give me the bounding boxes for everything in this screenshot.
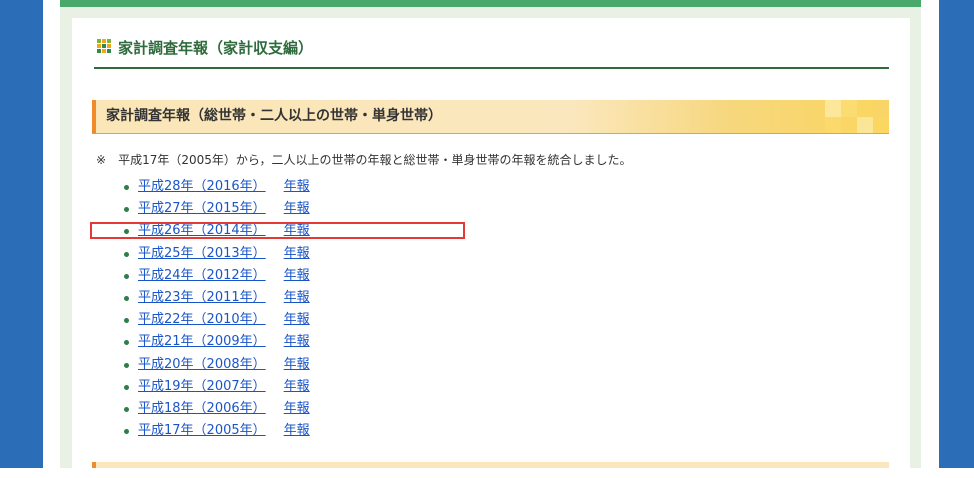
list-item: 平成21年（2009年） 年報 [120, 331, 310, 353]
link-year-label: 平成19年（2007年） [138, 378, 266, 394]
link-suffix-label: 年報 [283, 312, 310, 328]
section-heading: 家計調査年報（総世帯・二人以上の世帯・単身世帯） [92, 100, 889, 134]
annual-report-link[interactable]: 平成28年（2016年） 年報 [138, 179, 310, 194]
link-suffix-label: 年報 [283, 334, 310, 350]
link-year-label: 平成18年（2006年） [138, 400, 266, 416]
note-text: ※ 平成17年（2005年）から，二人以上の世帯の年報と総世帯・単身世帯の年報を統… [96, 150, 632, 170]
grid-icon [97, 39, 111, 53]
link-year-label: 平成22年（2010年） [138, 312, 266, 328]
list-item: 平成18年（2006年） 年報 [120, 398, 310, 420]
annual-report-link[interactable]: 平成25年（2013年） 年報 [138, 246, 310, 261]
link-suffix-label: 年報 [283, 223, 310, 239]
note-body: 平成17年（2005年）から，二人以上の世帯の年報と総世帯・単身世帯の年報を統合… [118, 153, 632, 167]
bullet-dot-icon [124, 429, 129, 435]
annual-report-link[interactable]: 平成18年（2006年） 年報 [138, 401, 310, 416]
link-year-label: 平成23年（2011年） [138, 289, 266, 305]
annual-report-link[interactable]: 平成27年（2015年） 年報 [138, 201, 310, 216]
link-year-label: 平成28年（2016年） [138, 179, 266, 194]
link-year-label: 平成24年（2012年） [138, 267, 266, 283]
bullet-dot-icon [124, 229, 129, 235]
bullet-dot-icon [124, 384, 129, 390]
annual-report-link[interactable]: 平成23年（2011年） 年報 [138, 290, 310, 305]
list-item: 平成26年（2014年） 年報 [120, 220, 310, 242]
band-decoration [825, 100, 889, 133]
annual-report-link[interactable]: 平成21年（2009年） 年報 [138, 334, 310, 349]
annual-report-link[interactable]: 平成20年（2008年） 年報 [138, 357, 310, 372]
link-suffix-label: 年報 [283, 179, 310, 194]
annual-report-link[interactable]: 平成22年（2010年） 年報 [138, 312, 310, 327]
link-suffix-label: 年報 [283, 378, 310, 394]
link-year-label: 平成26年（2014年） [138, 223, 266, 239]
bullet-dot-icon [124, 362, 129, 368]
link-year-label: 平成27年（2015年） [138, 201, 266, 217]
list-item: 平成24年（2012年） 年報 [120, 265, 310, 287]
link-suffix-label: 年報 [283, 289, 310, 305]
list-item: 平成22年（2010年） 年報 [120, 309, 310, 331]
list-item: 平成27年（2015年） 年報 [120, 198, 310, 220]
list-item: 平成23年（2011年） 年報 [120, 287, 310, 309]
link-year-label: 平成20年（2008年） [138, 356, 266, 372]
link-year-label: 平成21年（2009年） [138, 334, 266, 350]
link-suffix-label: 年報 [283, 423, 310, 439]
page-title: 家計調査年報（家計収支編） [118, 39, 314, 57]
right-gutter [921, 0, 939, 468]
link-year-label: 平成25年（2013年） [138, 245, 266, 261]
list-item: 平成19年（2007年） 年報 [120, 376, 310, 398]
bullet-dot-icon [124, 406, 129, 412]
left-side-bar [0, 0, 43, 468]
bullet-dot-icon [124, 318, 129, 324]
left-gutter [43, 0, 60, 468]
list-item: 平成25年（2013年） 年報 [120, 243, 310, 265]
bullet-dot-icon [124, 295, 129, 301]
list-item: 平成20年（2008年） 年報 [120, 354, 310, 376]
annual-report-link[interactable]: 平成24年（2012年） 年報 [138, 268, 310, 283]
next-section-heading [92, 462, 889, 468]
bullet-dot-icon [124, 340, 129, 346]
list-item: 平成28年（2016年） 年報 [120, 176, 310, 198]
link-suffix-label: 年報 [283, 400, 310, 416]
annual-report-link[interactable]: 平成19年（2007年） 年報 [138, 379, 310, 394]
annual-report-list: 平成28年（2016年） 年報 平成27年（2015年） 年報 平成26年（2014年）… [120, 176, 310, 442]
link-suffix-label: 年報 [283, 245, 310, 261]
annual-report-link[interactable]: 平成26年（2014年） 年報 [138, 223, 310, 238]
note-mark: ※ [96, 153, 107, 167]
annual-report-link[interactable]: 平成17年（2005年） 年報 [138, 423, 310, 438]
link-suffix-label: 年報 [283, 201, 310, 217]
link-suffix-label: 年報 [283, 356, 310, 372]
top-accent-bar [60, 0, 921, 7]
page-heading: 家計調査年報（家計収支編） [94, 37, 889, 69]
link-year-label: 平成17年（2005年） [138, 423, 266, 439]
link-suffix-label: 年報 [283, 267, 310, 283]
section-title: 家計調査年報（総世帯・二人以上の世帯・単身世帯） [106, 108, 442, 124]
list-item: 平成17年（2005年） 年報 [120, 420, 310, 442]
right-side-bar [939, 0, 974, 468]
bullet-dot-icon [124, 207, 129, 213]
bullet-dot-icon [124, 273, 129, 279]
bullet-dot-icon [124, 251, 129, 257]
bullet-dot-icon [124, 185, 129, 190]
